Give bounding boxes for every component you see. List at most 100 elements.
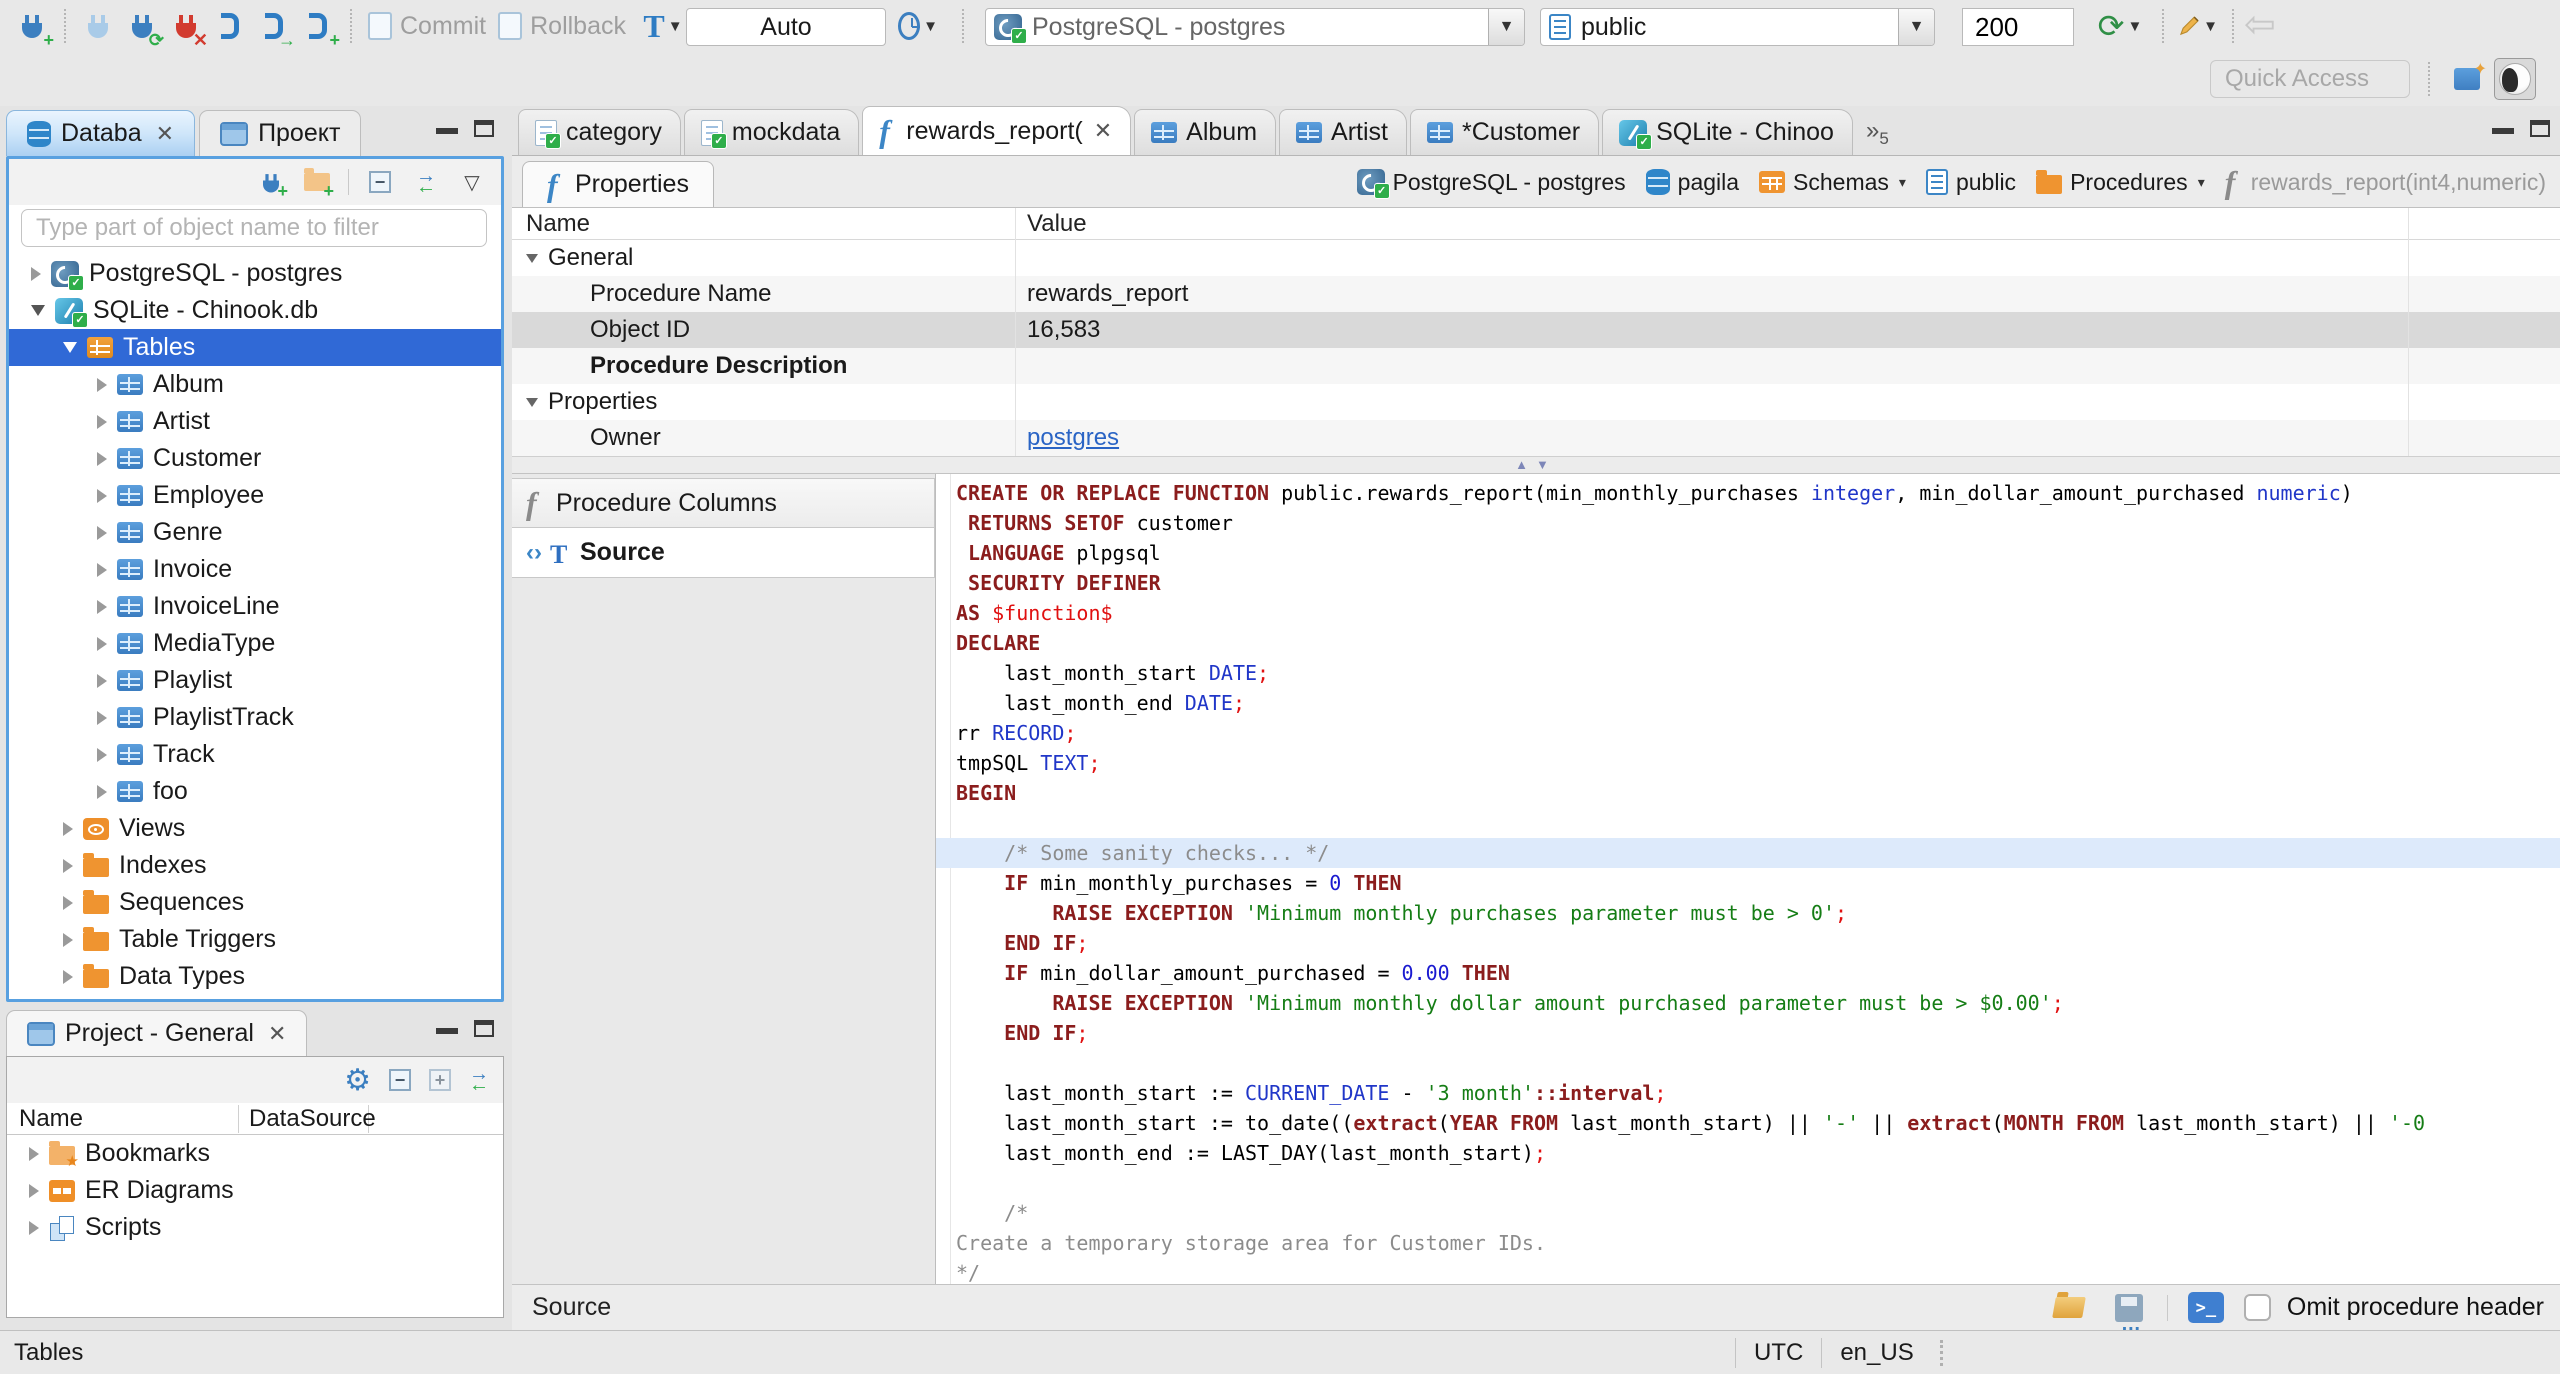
commit-button[interactable]: Commit — [368, 12, 486, 41]
project-item-bookmarks[interactable]: Bookmarks — [7, 1135, 503, 1172]
tab-properties[interactable]: Properties — [522, 161, 714, 207]
tree-item-playlisttrack[interactable]: PlaylistTrack — [9, 699, 501, 736]
chevron-right-icon[interactable] — [63, 969, 73, 984]
chevron-right-icon[interactable] — [97, 562, 107, 577]
property-row-general[interactable]: General — [512, 240, 2560, 276]
property-row-owner[interactable]: Owner postgres — [512, 420, 2560, 456]
breadcrumb-item-postgresql-postgres[interactable]: PostgreSQL - postgres — [1356, 169, 1626, 199]
breadcrumb-item-public[interactable]: public — [1925, 169, 2016, 196]
tree-item-data-types[interactable]: Data Types — [9, 958, 501, 995]
tree-item-tables[interactable]: Tables — [9, 329, 501, 366]
chevron-right-icon[interactable] — [97, 414, 107, 429]
new-connection-button[interactable]: + — [256, 167, 288, 200]
timezone-label[interactable]: UTC — [1754, 1339, 1803, 1367]
subtab-source[interactable]: Source — [512, 528, 935, 578]
tree-item-album[interactable]: Album — [9, 366, 501, 403]
editor-tab-rewards-report[interactable]: rewards_report(✕ — [862, 106, 1132, 155]
chevron-right-icon[interactable] — [97, 377, 107, 392]
rollback-button[interactable]: Rollback — [498, 12, 626, 41]
chevron-right-icon[interactable] — [97, 636, 107, 651]
sash-handle[interactable]: ▲▼ — [512, 456, 2560, 474]
connection-select[interactable]: PostgreSQL - postgres ▼ — [985, 8, 1525, 46]
transaction-log-button[interactable]: ▼ — [898, 6, 938, 46]
new-sql-script-button[interactable]: + — [298, 6, 340, 49]
chevron-down-icon[interactable] — [526, 253, 538, 263]
chevron-right-icon[interactable] — [63, 821, 73, 836]
editor-tab-mockdata[interactable]: mockdata — [683, 109, 860, 155]
persist-button[interactable]: >_ — [2186, 1288, 2226, 1328]
tree-item-sequences[interactable]: Sequences — [9, 884, 501, 921]
subtab-procedure-columns[interactable]: Procedure Columns — [512, 478, 935, 528]
refresh-button[interactable]: ⟳ ▼ — [2098, 6, 2143, 46]
chevron-right-icon[interactable] — [97, 488, 107, 503]
chevron-down-icon[interactable]: ▼ — [1488, 9, 1524, 45]
tree-item-invoice[interactable]: Invoice — [9, 551, 501, 588]
connect-button[interactable] — [78, 6, 118, 46]
chevron-right-icon[interactable] — [29, 1146, 39, 1161]
reconnect-button[interactable]: ⟳ — [122, 6, 164, 49]
highlighter-button[interactable]: ▼ — [2178, 6, 2218, 46]
tab-overflow-button[interactable]: »5 — [1866, 117, 1889, 149]
chevron-down-icon[interactable] — [31, 305, 45, 316]
transaction-mode-button[interactable]: T ▼ — [634, 6, 692, 46]
link-arrows-icon[interactable]: → ← — [469, 1064, 489, 1095]
tree-item-sqlite-chinook-db[interactable]: SQLite - Chinook.db — [9, 292, 501, 329]
expand-all-icon[interactable]: + — [429, 1069, 451, 1091]
tree-item-employee[interactable]: Employee — [9, 477, 501, 514]
tree-item-track[interactable]: Track — [9, 736, 501, 773]
breadcrumb-item-procedures[interactable]: Procedures ▾ — [2036, 169, 2205, 196]
back-button[interactable]: ⇦ — [2244, 2, 2276, 47]
owner-link[interactable]: postgres — [1027, 424, 1119, 451]
close-icon[interactable]: ✕ — [268, 1021, 286, 1047]
drag-handle[interactable] — [1939, 1339, 1943, 1366]
link-with-editor-button[interactable]: → ← — [411, 166, 441, 197]
view-menu-button[interactable]: ▽ — [457, 167, 487, 197]
breadcrumb-item-schemas[interactable]: Schemas ▾ — [1759, 169, 1906, 196]
editor-tab-artist[interactable]: Artist — [1279, 109, 1407, 155]
schema-select[interactable]: public ▼ — [1540, 8, 1935, 46]
tree-item-postgresql-postgres[interactable]: PostgreSQL - postgres — [9, 255, 501, 292]
chevron-right-icon[interactable] — [29, 1183, 39, 1198]
editor-tab-album[interactable]: Album — [1134, 109, 1277, 155]
column-name[interactable]: Name — [7, 1104, 239, 1133]
tree-item-table-triggers[interactable]: Table Triggers — [9, 921, 501, 958]
new-sql-editor-button[interactable] — [210, 6, 250, 46]
chevron-right-icon[interactable] — [97, 599, 107, 614]
tree-item-indexes[interactable]: Indexes — [9, 847, 501, 884]
tree-item-genre[interactable]: Genre — [9, 514, 501, 551]
property-row-properties[interactable]: Properties — [512, 384, 2560, 420]
tab-projects[interactable]: Проект — [199, 110, 362, 156]
object-filter-input[interactable] — [21, 209, 487, 247]
close-icon[interactable]: ✕ — [156, 121, 174, 147]
omit-procedure-header-checkbox[interactable] — [2243, 1294, 2271, 1321]
column-name[interactable]: Name — [512, 210, 1015, 238]
tree-item-mediatype[interactable]: MediaType — [9, 625, 501, 662]
quick-access-field[interactable]: Quick Access — [2210, 60, 2410, 98]
project-item-scripts[interactable]: Scripts — [7, 1209, 503, 1246]
chevron-right-icon[interactable] — [63, 858, 73, 873]
chevron-down-icon[interactable]: ▾ — [1899, 174, 1906, 191]
disconnect-button[interactable]: ✕ — [166, 6, 208, 49]
column-value[interactable]: Value — [1015, 210, 1087, 238]
tree-item-views[interactable]: Views — [9, 810, 501, 847]
maximize-icon[interactable] — [2530, 120, 2550, 137]
chevron-down-icon[interactable] — [526, 397, 538, 407]
maximize-icon[interactable] — [474, 120, 494, 137]
collapse-all-icon[interactable]: − — [389, 1069, 411, 1091]
editor-tab-category[interactable]: category — [518, 109, 681, 155]
tree-item-customer[interactable]: Customer — [9, 440, 501, 477]
tree-item-foo[interactable]: foo — [9, 773, 501, 810]
source-viewer[interactable]: CREATE OR REPLACE FUNCTION public.reward… — [936, 474, 2560, 1284]
load-from-file-button[interactable] — [2049, 1288, 2089, 1328]
chevron-down-icon[interactable] — [63, 342, 77, 353]
open-perspective-button[interactable] — [2446, 58, 2488, 100]
minimize-icon[interactable] — [436, 1027, 458, 1034]
chevron-right-icon[interactable] — [29, 1220, 39, 1235]
gear-icon[interactable]: ⚙ — [344, 1063, 371, 1098]
locale-label[interactable]: en_US — [1840, 1339, 1913, 1367]
dbeaver-perspective-button[interactable] — [2494, 58, 2536, 100]
chevron-right-icon[interactable] — [63, 895, 73, 910]
tree-item-playlist[interactable]: Playlist — [9, 662, 501, 699]
breadcrumb-item-pagila[interactable]: pagila — [1645, 169, 1739, 196]
chevron-right-icon[interactable] — [97, 784, 107, 799]
